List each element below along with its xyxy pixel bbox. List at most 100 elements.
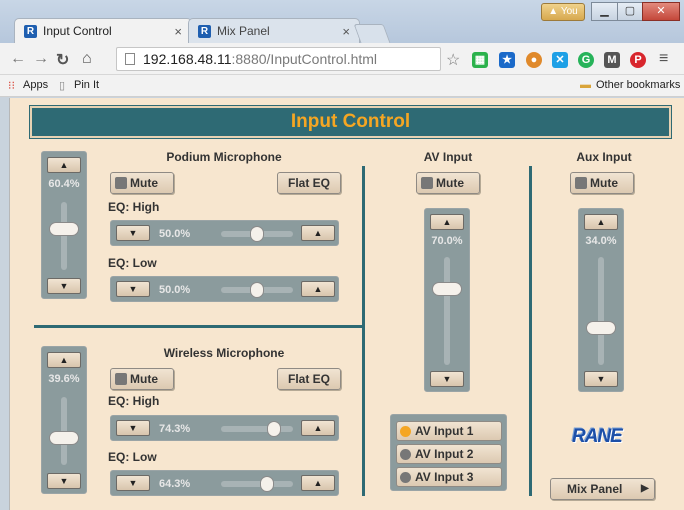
mute-led-icon (115, 373, 127, 385)
extension-g-icon[interactable]: G (578, 52, 594, 68)
mute-label: Mute (436, 176, 464, 190)
bookmark-other[interactable]: Other bookmarks (596, 79, 680, 91)
fader-track (61, 202, 67, 270)
tab-label: Input Control (43, 24, 112, 38)
fader-knob[interactable] (49, 431, 79, 446)
podium-eq-high-slider[interactable]: ▼ 50.0% ▲ (110, 220, 339, 246)
column-divider (362, 166, 365, 496)
up-arrow-button[interactable]: ▲ (301, 225, 335, 241)
user-profile-badge[interactable]: ▲ You (541, 3, 585, 21)
mute-label: Mute (130, 176, 158, 190)
down-arrow-button[interactable]: ▼ (116, 475, 150, 491)
tab-close-icon[interactable]: × (174, 24, 182, 39)
bookmark-apps[interactable]: Apps (23, 79, 48, 91)
fader-knob[interactable] (432, 282, 462, 297)
warning-icon: ▲ (548, 6, 559, 17)
minimize-button[interactable]: ▁ (591, 2, 618, 21)
source-led-icon (400, 426, 411, 437)
down-arrow-button[interactable]: ▼ (47, 473, 81, 489)
mute-led-icon (421, 177, 433, 189)
reload-icon[interactable]: ↻ (56, 50, 69, 70)
source-led-icon (400, 472, 411, 483)
page-title: Input Control (290, 111, 411, 132)
av-source-2-button[interactable]: AV Input 2 (396, 444, 502, 464)
up-arrow-button[interactable]: ▲ (301, 281, 335, 297)
wireless-eq-high-value: 74.3% (159, 423, 191, 435)
pinterest-icon[interactable]: P (630, 52, 646, 68)
down-arrow-button[interactable]: ▼ (116, 281, 150, 297)
extension-x-icon[interactable]: ✕ (552, 52, 568, 68)
home-icon[interactable]: ⌂ (82, 50, 92, 68)
tab-input-control[interactable]: R Input Control × (14, 18, 192, 43)
podium-title: Podium Microphone (166, 150, 282, 164)
fader-knob[interactable] (586, 321, 616, 336)
mute-label: Mute (130, 372, 158, 386)
menu-icon[interactable]: ≡ (659, 50, 668, 68)
podium-mute-button[interactable]: Mute (110, 172, 174, 194)
mix-panel-button[interactable]: Mix Panel ▶ (550, 478, 655, 500)
podium-eq-low-value: 50.0% (159, 284, 191, 296)
forward-arrow-icon[interactable]: → (33, 50, 49, 68)
tab-label: Mix Panel (217, 24, 270, 38)
aux-level-fader[interactable]: ▲ 34.0% ▼ (578, 208, 624, 392)
podium-level-fader[interactable]: ▲ 60.4% ▼ (41, 151, 87, 299)
fader-track (444, 257, 450, 365)
folder-icon: ▬ (580, 79, 591, 91)
slider-knob[interactable] (267, 421, 282, 437)
wireless-eq-low-slider[interactable]: ▼ 64.3% ▲ (110, 470, 339, 496)
address-bar[interactable]: 192.168.48.11:8880/InputControl.html (116, 47, 441, 71)
tab-mix-panel[interactable]: R Mix Panel × (188, 18, 360, 43)
wireless-mute-button[interactable]: Mute (110, 368, 174, 390)
source-label: AV Input 2 (415, 447, 474, 461)
slider-knob[interactable] (250, 226, 264, 242)
av-level-fader[interactable]: ▲ 70.0% ▼ (424, 208, 470, 392)
url-path: :8880/InputControl.html (231, 51, 378, 67)
down-arrow-button[interactable]: ▼ (47, 278, 81, 294)
down-arrow-button[interactable]: ▼ (116, 225, 150, 241)
slider-knob[interactable] (260, 476, 275, 492)
up-arrow-button[interactable]: ▲ (584, 214, 618, 230)
av-mute-button[interactable]: Mute (416, 172, 480, 194)
slider-knob[interactable] (250, 282, 264, 298)
up-arrow-button[interactable]: ▲ (301, 475, 335, 491)
mute-led-icon (575, 177, 587, 189)
bookmark-star-icon[interactable]: ☆ (446, 50, 460, 70)
wireless-flat-eq-button[interactable]: Flat EQ (277, 368, 341, 390)
aux-mute-button[interactable]: Mute (570, 172, 634, 194)
slider-track (221, 426, 293, 432)
extension-star-icon[interactable]: ★ (499, 52, 515, 68)
wireless-title: Wireless Microphone (163, 346, 285, 360)
extension-m-icon[interactable]: M (604, 52, 620, 68)
av-source-3-button[interactable]: AV Input 3 (396, 467, 502, 487)
bookmarks-bar: ⁝⁝ Apps ▯ Pin It ▬ Other bookmarks (0, 75, 684, 97)
source-label: AV Input 3 (415, 470, 474, 484)
wireless-level-fader[interactable]: ▲ 39.6% ▼ (41, 346, 87, 494)
up-arrow-button[interactable]: ▲ (301, 420, 335, 436)
av-input-title: AV Input (423, 150, 473, 164)
up-arrow-button[interactable]: ▲ (47, 352, 81, 368)
down-arrow-button[interactable]: ▼ (430, 371, 464, 387)
maximize-button[interactable]: ▢ (617, 2, 643, 21)
down-arrow-button[interactable]: ▼ (116, 420, 150, 436)
extension-globe-icon[interactable]: ● (526, 52, 542, 68)
podium-eq-low-slider[interactable]: ▼ 50.0% ▲ (110, 276, 339, 302)
input-control-page: Input Control Podium Microphone ▲ 60.4% … (9, 98, 684, 510)
av-source-1-button[interactable]: AV Input 1 (396, 421, 502, 441)
fader-knob[interactable] (49, 221, 79, 236)
back-arrow-icon[interactable]: ← (10, 50, 26, 68)
wireless-eq-high-slider[interactable]: ▼ 74.3% ▲ (110, 415, 339, 441)
up-arrow-button[interactable]: ▲ (430, 214, 464, 230)
page-icon: ▯ (59, 80, 66, 92)
podium-flat-eq-button[interactable]: Flat EQ (277, 172, 341, 194)
new-tab-button[interactable] (353, 24, 391, 43)
tab-close-icon[interactable]: × (342, 24, 350, 39)
close-window-button[interactable]: ✕ (642, 2, 680, 21)
extension-green-icon[interactable]: ▦ (472, 52, 488, 68)
up-arrow-button[interactable]: ▲ (47, 157, 81, 173)
wireless-eq-low-value: 64.3% (159, 478, 191, 490)
podium-eq-low-label: EQ: Low (108, 256, 157, 270)
play-arrow-icon: ▶ (641, 483, 649, 494)
bookmark-pin-it[interactable]: Pin It (74, 79, 99, 91)
down-arrow-button[interactable]: ▼ (584, 371, 618, 387)
slider-track (221, 481, 293, 487)
